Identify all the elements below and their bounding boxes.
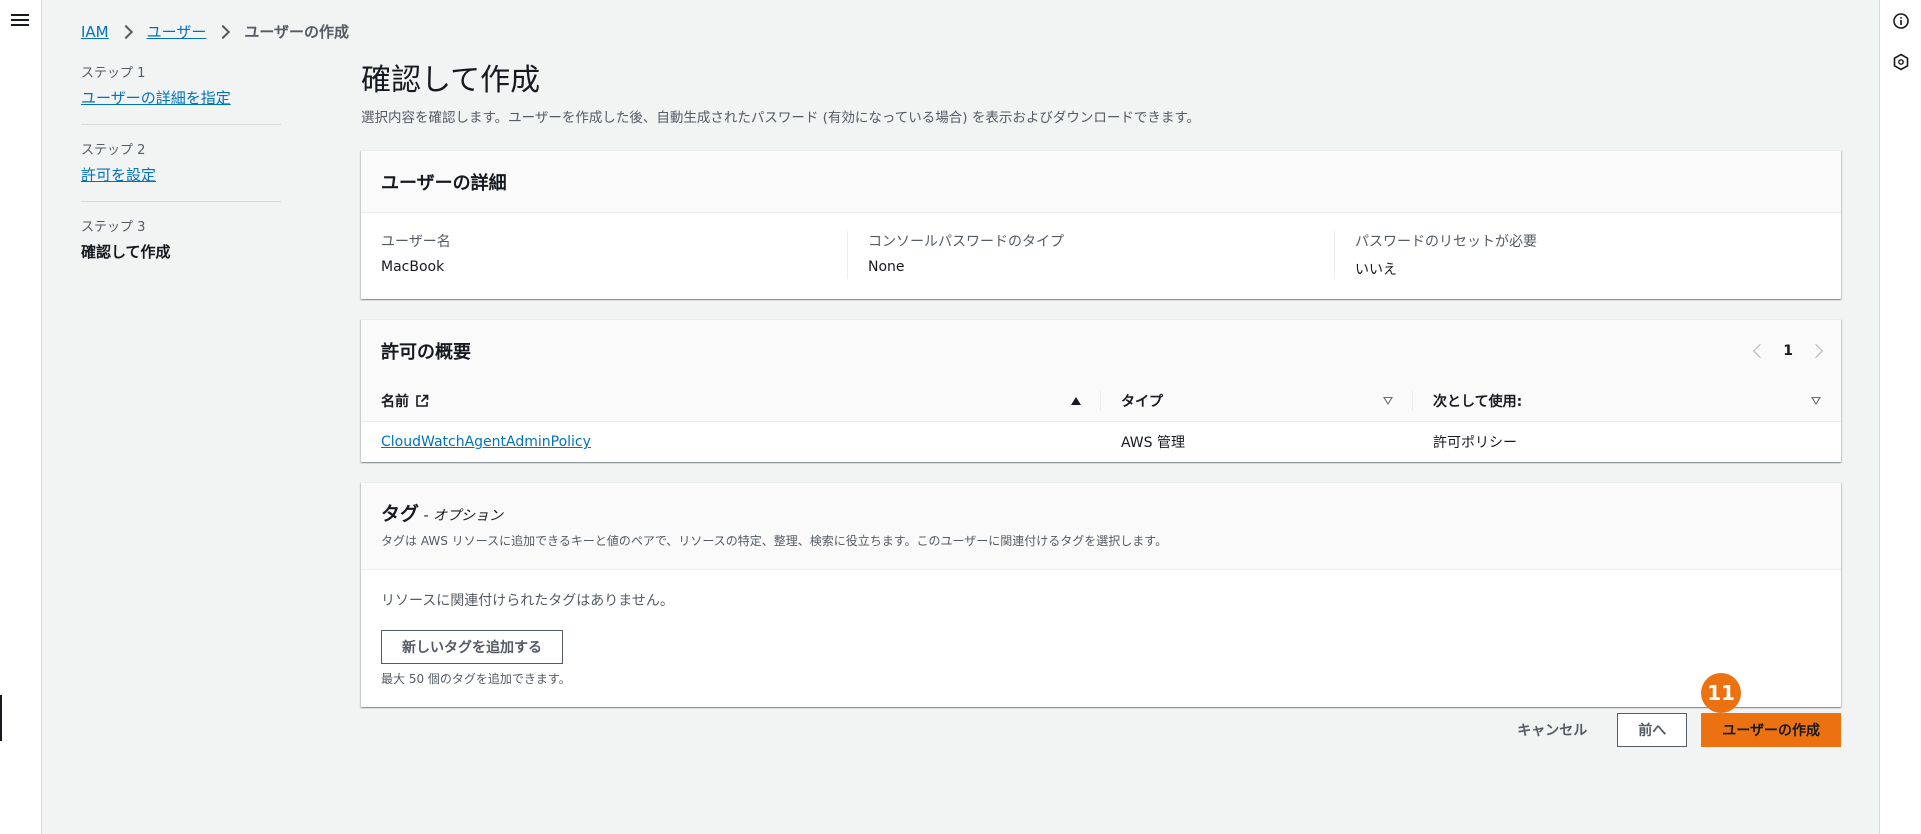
detail-key: ユーザー名	[381, 234, 451, 250]
tags-body: リソースに関連付けられたタグはありません。 新しいタグを追加する 最大 50 個…	[361, 570, 1841, 707]
step-link-permissions[interactable]: 許可を設定	[81, 166, 156, 184]
user-details-header: ユーザーの詳細	[361, 151, 1841, 213]
tags-description: タグは AWS リソースに追加できるキーと値のペアで、リソースの特定、整理、検索…	[381, 534, 1168, 548]
step-number: ステップ 2	[81, 143, 146, 158]
wizard-actions: キャンセル 前へ ユーザーの作成	[1501, 713, 1841, 747]
tools-rail	[1879, 0, 1921, 834]
step-number: ステップ 1	[81, 66, 146, 81]
breadcrumb: IAM ユーザー ユーザーの作成	[81, 21, 349, 42]
step-number: ステップ 3	[81, 220, 146, 235]
external-link-icon	[416, 394, 429, 407]
policy-link[interactable]: CloudWatchAgentAdminPolicy	[381, 434, 591, 450]
detail-key: コンソールパスワードのタイプ	[868, 234, 1064, 250]
detail-value: MacBook	[381, 259, 445, 275]
tags-optional-label: - オプション	[419, 508, 503, 524]
wizard-steps: ステップ 1 ユーザーの詳細を指定 ステップ 2 許可を設定 ステップ 3 確認…	[81, 62, 281, 292]
cell-used-as: 許可ポリシー	[1433, 435, 1517, 451]
sort-ascending-icon	[1071, 397, 1081, 405]
detail-username: ユーザー名 MacBook	[381, 231, 848, 279]
chevron-right-icon	[118, 24, 133, 39]
column-header-name[interactable]: 名前	[361, 381, 1101, 422]
sort-icon	[1383, 397, 1393, 405]
add-new-tag-button[interactable]: 新しいタグを追加する	[381, 630, 563, 664]
main-content: 確認して作成 選択内容を確認します。ユーザーを作成した後、自動生成されたパスワー…	[361, 62, 1841, 707]
user-details-panel: ユーザーの詳細 ユーザー名 MacBook コンソールパスワードのタイプ Non…	[361, 150, 1841, 299]
permissions-title: 許可の概要	[381, 341, 471, 363]
permissions-summary-panel: 許可の概要 1 名前 タイプ 次として使用: CloudWatchAgentAd…	[361, 319, 1841, 462]
breadcrumb-users[interactable]: ユーザー	[147, 21, 207, 42]
detail-password-type: コンソールパスワードのタイプ None	[868, 231, 1335, 279]
step-2: ステップ 2 許可を設定	[81, 139, 281, 202]
cell-type: AWS 管理	[1121, 435, 1185, 451]
table-row: CloudWatchAgentAdminPolicy AWS 管理 許可ポリシー	[361, 422, 1841, 463]
column-header-type[interactable]: タイプ	[1101, 381, 1413, 422]
step-link-user-details[interactable]: ユーザーの詳細を指定	[81, 89, 231, 107]
previous-button[interactable]: 前へ	[1617, 713, 1688, 747]
info-icon[interactable]	[1892, 12, 1910, 30]
create-user-button[interactable]: ユーザーの作成	[1701, 713, 1841, 747]
column-header-used-as[interactable]: 次として使用:	[1413, 381, 1841, 422]
cancel-button[interactable]: キャンセル	[1501, 714, 1603, 746]
user-details-title: ユーザーの詳細	[381, 172, 507, 194]
tags-limit-hint: 最大 50 個のタグを追加できます。	[381, 672, 571, 686]
chevron-left-icon[interactable]	[1753, 343, 1768, 358]
tags-panel: タグ - オプション タグは AWS リソースに追加できるキーと値のペアで、リソ…	[361, 482, 1841, 707]
step-current-review: 確認して作成	[81, 243, 171, 261]
sort-icon	[1811, 397, 1821, 405]
column-label: 名前	[381, 394, 409, 410]
hexagon-feedback-icon[interactable]	[1892, 53, 1910, 71]
tags-empty-message: リソースに関連付けられたタグはありません。	[381, 593, 674, 609]
breadcrumb-current: ユーザーの作成	[244, 23, 350, 41]
step-3: ステップ 3 確認して作成	[81, 216, 281, 278]
pagination: 1	[1753, 343, 1824, 359]
tags-title: タグ	[381, 503, 420, 525]
tags-header: タグ - オプション タグは AWS リソースに追加できるキーと値のペアで、リソ…	[361, 483, 1841, 570]
page-title: 確認して作成	[361, 63, 541, 98]
rail-marker	[0, 695, 2, 741]
column-label: タイプ	[1121, 394, 1163, 410]
step-1: ステップ 1 ユーザーの詳細を指定	[81, 62, 281, 125]
page-description: 選択内容を確認します。ユーザーを作成した後、自動生成されたパスワード (有効にな…	[361, 110, 1200, 126]
hamburger-menu-icon[interactable]	[11, 12, 29, 30]
chevron-right-icon	[216, 24, 231, 39]
breadcrumb-iam[interactable]: IAM	[81, 23, 109, 41]
detail-key: パスワードのリセットが必要	[1355, 234, 1537, 250]
step-annotation-badge: 11	[1701, 673, 1741, 713]
page-number[interactable]: 1	[1783, 343, 1793, 359]
detail-password-reset: パスワードのリセットが必要 いいえ	[1355, 231, 1821, 279]
detail-value: いいえ	[1355, 262, 1397, 278]
permissions-table: 名前 タイプ 次として使用: CloudWatchAgentAdminPolic…	[361, 381, 1841, 462]
left-nav-rail	[0, 0, 42, 834]
column-label: 次として使用:	[1433, 394, 1523, 410]
detail-value: None	[868, 259, 905, 275]
permissions-header: 許可の概要 1	[361, 320, 1841, 381]
user-details-fields: ユーザー名 MacBook コンソールパスワードのタイプ None パスワードの…	[361, 213, 1841, 299]
chevron-right-icon[interactable]	[1808, 343, 1824, 358]
